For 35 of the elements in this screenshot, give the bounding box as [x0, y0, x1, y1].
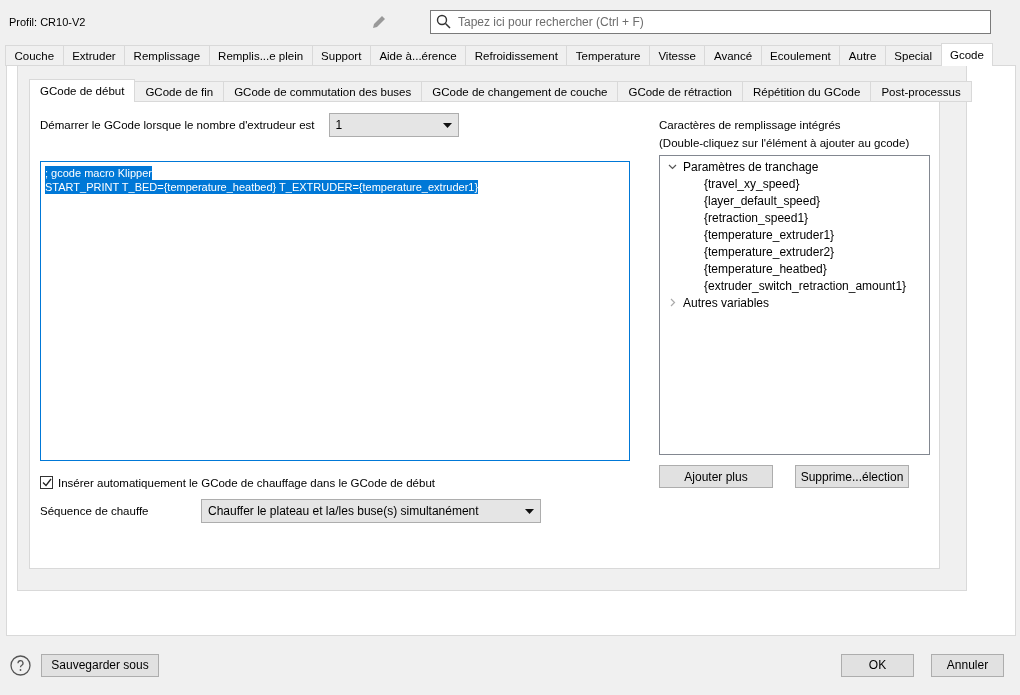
tree-item[interactable]: Paramètres de tranchage [683, 159, 819, 174]
heat-sequence-dropdown[interactable]: Chauffer le plateau et la/les buse(s) simultanément [201, 499, 541, 524]
gcode-editor[interactable]: ; gcode macro Klipper START_PRINT T_BED={temperature_heatbed} T_EXTRUDER={temperature_extruder1} [40, 161, 630, 462]
checkmark-icon [41, 478, 52, 488]
add-button[interactable]: Ajouter plus [659, 465, 773, 489]
help-icon[interactable] [10, 655, 31, 676]
heat-sequence-label: Séquence de chauffe [40, 505, 150, 518]
profile-label: Profil: CR10-V2 [9, 15, 86, 28]
save-as-button[interactable]: Sauvegarder sous [41, 654, 159, 677]
tree-item[interactable]: {retraction_speed1} [704, 210, 809, 225]
search-field[interactable]: Tapez ici pour rechercher (Ctrl + F) [430, 9, 991, 34]
auto-heat-label: Insérer automatiquement le GCode de chauffage dans le GCode de début [58, 476, 435, 489]
tree-item[interactable]: {layer_default_speed} [704, 193, 821, 208]
tab[interactable]: GCode de début [29, 79, 136, 103]
cancel-button[interactable]: Annuler [931, 654, 1004, 677]
caret-icon [442, 122, 452, 128]
caret-icon [525, 508, 534, 514]
tree-item[interactable]: {temperature_extruder2} [704, 244, 835, 259]
tab[interactable]: Post-processus [870, 81, 972, 103]
tree-item[interactable]: {travel_xy_speed} [704, 176, 800, 191]
search-icon [436, 13, 451, 29]
placeholders-title: Caractères de remplissage intégrés [659, 119, 842, 132]
tree-item[interactable]: {extruder_switch_retraction_amount1} [704, 278, 907, 293]
tree-item[interactable]: {temperature_extruder1} [704, 227, 835, 242]
tab[interactable]: Gcode [940, 43, 994, 67]
extruder-count-label: Démarrer le GCode lorsque le nombre d'extrudeur est [40, 119, 315, 132]
tree-item[interactable]: {temperature_heatbed} [704, 261, 827, 276]
tab[interactable]: Couche [5, 45, 64, 67]
auto-heat-checkbox[interactable] [40, 476, 53, 490]
chevron-down-icon[interactable] [668, 162, 677, 172]
extruder-count-dropdown[interactable]: 1 [328, 113, 459, 138]
remove-button[interactable]: Supprime...élection [795, 465, 909, 489]
tree-item[interactable]: Autres variables [683, 295, 770, 310]
ok-button[interactable]: OK [841, 654, 914, 677]
placeholders-hint: (Double-cliquez sur l'élément à ajouter au gcode) [659, 137, 911, 150]
